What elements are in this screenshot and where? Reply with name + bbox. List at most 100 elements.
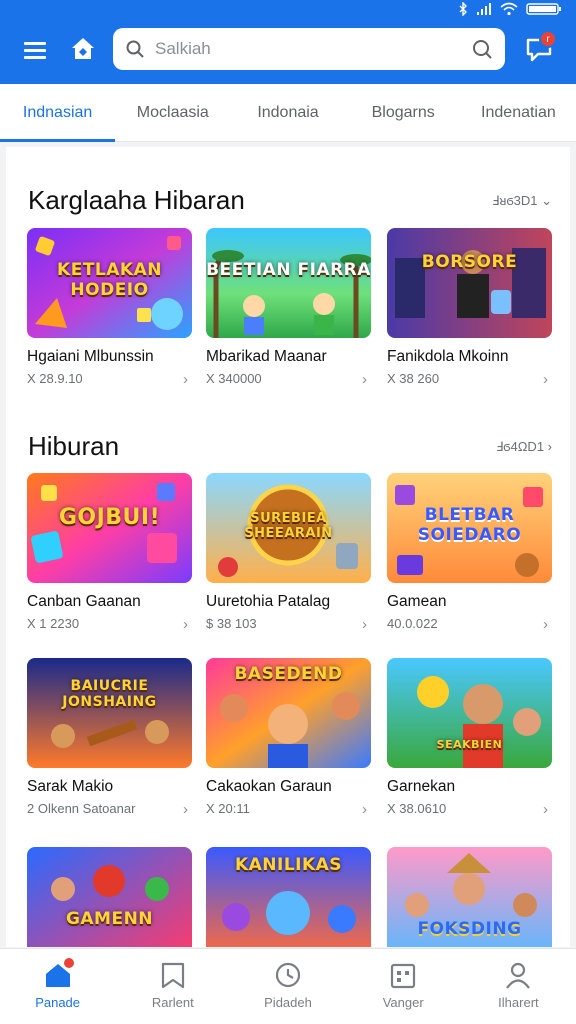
game-thumbnail-title: FOKSDING: [417, 919, 522, 939]
game-thumbnail: SEAKBIEN: [387, 658, 552, 768]
bottom-navigation: Panade Rarlent Pidadeh Vanger Ilharert: [0, 948, 576, 1024]
search-input[interactable]: [155, 39, 471, 59]
nav-item-rarlent[interactable]: Rarlent: [115, 949, 230, 1024]
game-card[interactable]: SUREBIEA SHEEARAIN Uuretohia Patalag $ 3…: [206, 473, 371, 633]
content-feed: Karglaaha Hibaran Ⅎᴚϭ3D1 ⌄ KETLAKAN HODE…: [6, 147, 570, 947]
game-thumbnail-title: BORSORE: [421, 252, 518, 272]
chevron-right-icon: ›: [362, 616, 367, 633]
tab-indenatian[interactable]: Indenatian: [461, 84, 576, 141]
game-stat: $ 38 103: [206, 616, 257, 631]
game-thumbnail: BORSORE: [387, 228, 552, 338]
game-thumbnail: BAIUCRIE JONSHAING: [27, 658, 192, 768]
chevron-right-icon: ›: [543, 616, 548, 633]
game-title: Garnekan: [387, 778, 456, 795]
tab-indnasian[interactable]: Indnasian: [0, 84, 116, 142]
app-bar: r: [0, 20, 576, 84]
game-meta: $ 38 103 ›: [206, 616, 371, 633]
game-title: Uuretohia Patalag: [206, 593, 331, 610]
game-stat: X 340000: [206, 371, 262, 386]
game-stat: X 38.0610: [387, 801, 447, 816]
game-thumbnail-title: KANILIKAS: [234, 855, 343, 875]
game-meta: X 28.9.10 ›: [27, 371, 192, 388]
game-title: Fanikdola Mkoinn: [387, 348, 509, 365]
nav-notification-dot: [64, 958, 74, 968]
game-card[interactable]: SEAKBIEN Garnekan X 38.0610 ›: [387, 658, 552, 818]
status-bar: [0, 0, 576, 20]
section-header: Karglaaha Hibaran Ⅎᴚϭ3D1 ⌄: [6, 181, 570, 221]
bookmark-icon: [161, 962, 184, 989]
game-title: Gamean: [387, 593, 447, 610]
section-see-all-link[interactable]: Ⅎϭ4ΩD1 ›: [496, 439, 552, 455]
menu-button[interactable]: [22, 38, 50, 64]
chevron-right-icon: ›: [362, 801, 367, 818]
game-thumbnail-title: SEAKBIEN: [436, 738, 503, 751]
section-see-all-link[interactable]: Ⅎᴚϭ3D1 ⌄: [492, 193, 552, 209]
section-title: Karglaaha Hibaran: [28, 185, 245, 215]
game-meta: X 20:11 ›: [206, 801, 371, 818]
game-thumbnail: KANILIKAS: [206, 847, 371, 947]
nav-item-home[interactable]: Panade: [0, 949, 115, 1024]
game-meta: X 38.0610 ›: [387, 801, 552, 818]
chevron-right-icon: ›: [543, 801, 548, 818]
user-icon: [506, 962, 531, 989]
game-thumbnail: BLETBAR SOIEDARO: [387, 473, 552, 583]
game-thumbnail: GAMENN: [27, 847, 192, 947]
app-logo[interactable]: [68, 34, 98, 64]
game-thumbnail-title: BASEDEND: [234, 664, 343, 684]
tab-moclaasia[interactable]: Moclaasia: [115, 84, 230, 141]
category-tabs: Indnasian Moclaasia Indonaia Blogarns In…: [0, 84, 576, 142]
game-meta: X 340000 ›: [206, 371, 371, 388]
game-thumbnail-title: GOJBUI!: [58, 505, 161, 530]
nav-item-profile[interactable]: Ilharert: [461, 949, 576, 1024]
game-stat: X 38 260: [387, 371, 440, 386]
game-title: Mbarikad Maanar: [206, 348, 327, 365]
game-card[interactable]: BEETIAN FIARRA Mbarikad Maanar X 340000 ›: [206, 228, 371, 388]
tab-indonaia[interactable]: Indonaia: [230, 84, 345, 141]
game-card[interactable]: GOJBUI! Canban Gaanan X 1 2230 ›: [27, 473, 192, 633]
game-card[interactable]: BLETBAR SOIEDARO Gamean 40.0.022 ›: [387, 473, 552, 633]
nav-label: Pidadeh: [264, 995, 312, 1010]
game-thumbnail-title: KETLAKAN HODEIO: [57, 260, 162, 300]
game-thumbnail: FOKSDING: [387, 847, 552, 947]
game-thumbnail-title: BAIUCRIE JONSHAING: [62, 678, 157, 710]
nav-label: Vanger: [382, 995, 424, 1010]
search-bar[interactable]: [113, 28, 505, 70]
game-stat: X 20:11: [206, 801, 250, 816]
game-thumbnail: BEETIAN FIARRA: [206, 228, 371, 338]
clock-icon: [275, 962, 301, 988]
game-card[interactable]: BORSORE Fanikdola Mkoinn X 38 260 ›: [387, 228, 552, 388]
chevron-right-icon: ›: [183, 371, 188, 388]
signal-icon: [477, 3, 491, 15]
game-card[interactable]: BASEDEND Cakaokan Garaun X 20:11 ›: [206, 658, 371, 818]
tab-blogarns[interactable]: Blogarns: [346, 84, 461, 141]
battery-icon: [526, 3, 561, 15]
voice-search-icon[interactable]: [471, 38, 493, 60]
chevron-right-icon: ›: [183, 801, 188, 818]
search-icon: [126, 40, 144, 58]
game-thumbnail-title: BLETBAR SOIEDARO: [417, 505, 522, 545]
home-logo-icon: [72, 38, 94, 59]
calendar-icon: [391, 963, 416, 989]
nav-item-pidadeh[interactable]: Pidadeh: [230, 949, 345, 1024]
game-card[interactable]: BAIUCRIE JONSHAING Sarak Makio 2 Olkenn …: [27, 658, 192, 818]
chevron-right-icon: ›: [543, 371, 548, 388]
game-card[interactable]: GAMENN: [27, 847, 192, 947]
game-thumbnail: KETLAKAN HODEIO: [27, 228, 192, 338]
chevron-right-icon: ›: [183, 616, 188, 633]
game-stat: X 1 2230: [27, 616, 80, 631]
game-title: Sarak Makio: [27, 778, 114, 795]
game-card[interactable]: FOKSDING: [387, 847, 552, 947]
nav-item-vanger[interactable]: Vanger: [346, 949, 461, 1024]
game-meta: X 1 2230 ›: [27, 616, 192, 633]
section-header: Hiburan Ⅎϭ4ΩD1 ›: [6, 427, 570, 467]
game-thumbnail-title: SUREBIEA SHEEARAIN: [244, 511, 333, 541]
nav-label: Panade: [35, 995, 81, 1010]
menu-icon: [24, 42, 46, 59]
nav-label: Rarlent: [151, 995, 194, 1010]
game-stat: 40.0.022: [387, 616, 438, 631]
status-icons: [458, 2, 562, 16]
game-title: Cakaokan Garaun: [206, 778, 332, 795]
game-card[interactable]: KANILIKAS: [206, 847, 371, 947]
game-card[interactable]: KETLAKAN HODEIO Hgaiani Mlbunssin X 28.9…: [27, 228, 192, 388]
game-meta: 40.0.022 ›: [387, 616, 552, 633]
